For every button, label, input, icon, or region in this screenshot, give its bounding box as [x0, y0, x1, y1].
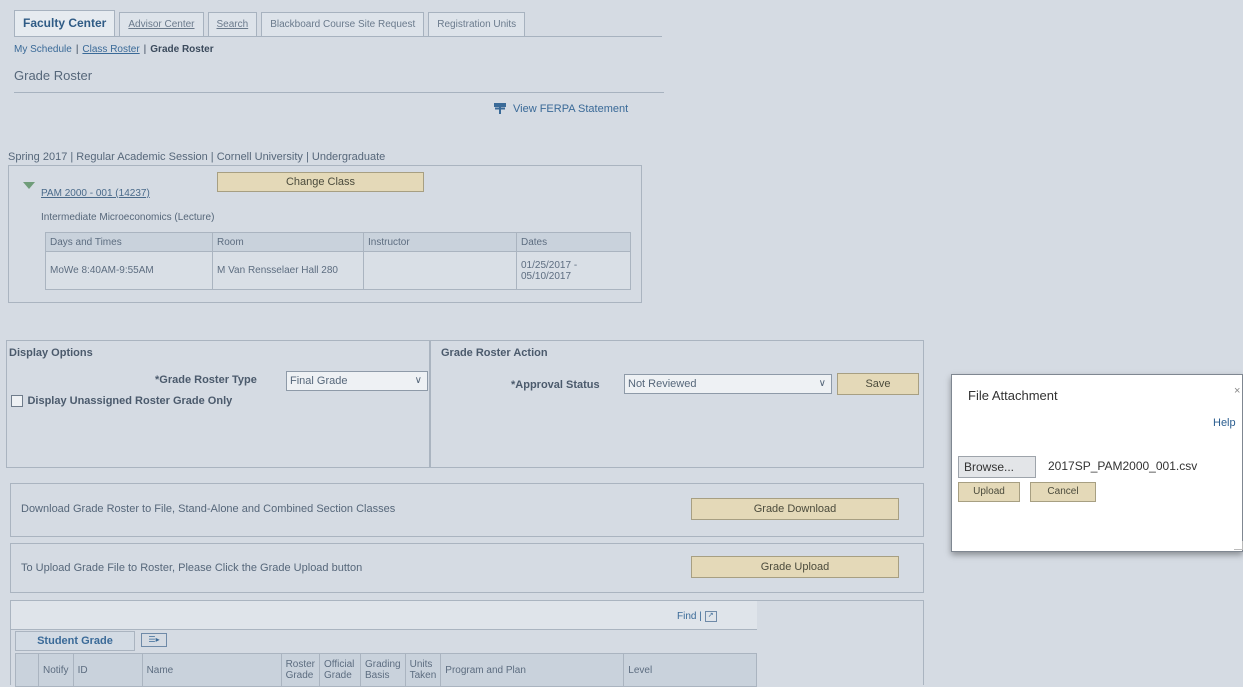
- dialog-title: File Attachment: [968, 388, 1058, 403]
- student-grade-table: Notify ID Name Roster Grade Official Gra…: [15, 653, 757, 687]
- download-panel: Download Grade Roster to File, Stand-Alo…: [10, 483, 924, 537]
- col-instructor: Instructor: [363, 232, 517, 252]
- term-info: Spring 2017 | Regular Academic Session |…: [8, 151, 386, 163]
- col-blank: [15, 653, 39, 687]
- col-grading-basis: Grading Basis: [360, 653, 406, 687]
- col-official-grade: Official Grade: [319, 653, 362, 687]
- table-row: MoWe 8:40AM-9:55AM M Van Rensselaer Hall…: [45, 251, 631, 290]
- tab-student-grade[interactable]: Student Grade: [15, 631, 135, 651]
- file-attachment-dialog: File Attachment × Help Browse... 2017SP_…: [951, 374, 1243, 552]
- approval-status-label: *Approval Status: [511, 379, 600, 391]
- col-units-taken: Units Taken: [404, 653, 442, 687]
- cancel-button[interactable]: Cancel: [1030, 482, 1096, 502]
- expand-arrow-icon[interactable]: [23, 177, 35, 195]
- separator: |: [143, 44, 147, 55]
- page-title: Grade Roster: [14, 68, 93, 83]
- title-divider: [14, 92, 664, 93]
- roster-action-panel: Grade Roster Action *Approval Status Not…: [430, 340, 924, 468]
- browse-button[interactable]: Browse...: [958, 456, 1036, 478]
- view-all-icon[interactable]: ↗: [704, 611, 717, 622]
- tab-bar: Faculty Center Advisor Center Search Bla…: [14, 10, 529, 36]
- upload-panel: To Upload Grade File to Roster, Please C…: [10, 543, 924, 593]
- col-id: ID: [72, 653, 143, 687]
- cell-room: M Van Rensselaer Hall 280: [212, 251, 364, 290]
- class-link[interactable]: PAM 2000 - 001 (14237): [41, 188, 150, 199]
- col-days-times: Days and Times: [45, 232, 213, 252]
- change-class-button[interactable]: Change Class: [217, 172, 424, 192]
- show-all-columns-icon[interactable]: ☰▸: [141, 633, 167, 647]
- help-link[interactable]: Help: [1213, 417, 1236, 429]
- find-link[interactable]: Find | ↗: [677, 611, 717, 622]
- resize-handle[interactable]: [1234, 541, 1243, 550]
- display-options-heading: Display Options: [9, 347, 93, 359]
- tab-divider: [14, 36, 662, 37]
- tab-registration-units[interactable]: Registration Units: [428, 12, 526, 36]
- col-notify: Notify: [38, 653, 74, 687]
- unassigned-checkbox[interactable]: [11, 394, 23, 407]
- grade-download-button[interactable]: Grade Download: [691, 498, 899, 520]
- cell-dates: 01/25/2017 - 05/10/2017: [516, 251, 631, 290]
- display-options-panel: Display Options *Grade Roster Type Final…: [6, 340, 430, 468]
- roster-type-value: Final Grade: [290, 375, 348, 387]
- class-meeting-table: Days and Times Room Instructor Dates MoW…: [45, 232, 631, 290]
- ferpa-link-label: View FERPA Statement: [513, 103, 629, 115]
- tab-student-grade-label: Student Grade: [37, 635, 113, 647]
- grid-header-bar: [11, 601, 757, 630]
- col-program-plan: Program and Plan: [440, 653, 625, 687]
- download-description: Download Grade Roster to File, Stand-Alo…: [21, 503, 396, 515]
- col-level: Level: [623, 653, 757, 687]
- tab-faculty-center[interactable]: Faculty Center: [14, 10, 116, 36]
- unassigned-checkbox-row[interactable]: Display Unassigned Roster Grade Only: [11, 392, 232, 410]
- my-schedule-link[interactable]: My Schedule: [14, 44, 72, 55]
- col-roster-grade: Roster Grade: [280, 653, 321, 687]
- cell-days-times: MoWe 8:40AM-9:55AM: [45, 251, 213, 290]
- student-grade-panel: Find | ↗ Student Grade ☰▸ Notify ID Name…: [10, 600, 924, 687]
- class-info-panel: PAM 2000 - 001 (14237) Change Class Inte…: [8, 165, 642, 303]
- col-dates: Dates: [516, 232, 631, 252]
- approval-status-select[interactable]: Not Reviewed ∨: [624, 374, 832, 394]
- grade-upload-button[interactable]: Grade Upload: [691, 556, 899, 578]
- find-label: Find |: [677, 611, 702, 623]
- selected-filename: 2017SP_PAM2000_001.csv: [1048, 459, 1198, 473]
- roster-type-select[interactable]: Final Grade ∨: [286, 371, 428, 391]
- class-roster-link[interactable]: Class Roster: [82, 44, 139, 55]
- col-name: Name: [141, 653, 282, 687]
- ferpa-link[interactable]: View FERPA Statement: [493, 101, 628, 117]
- upload-description: To Upload Grade File to Roster, Please C…: [21, 562, 363, 574]
- tab-advisor-center[interactable]: Advisor Center: [119, 12, 204, 36]
- chevron-down-icon: ∨: [414, 375, 422, 386]
- upload-button[interactable]: Upload: [958, 482, 1020, 502]
- class-description: Intermediate Microeconomics (Lecture): [41, 212, 215, 223]
- unassigned-label: Display Unassigned Roster Grade Only: [27, 394, 233, 407]
- roster-action-heading: Grade Roster Action: [441, 347, 548, 359]
- save-button[interactable]: Save: [837, 373, 919, 395]
- tab-search[interactable]: Search: [207, 12, 258, 36]
- grade-roster-current: Grade Roster: [150, 44, 214, 55]
- tab-blackboard-request[interactable]: Blackboard Course Site Request: [261, 12, 425, 36]
- signpost-icon: [493, 101, 507, 117]
- separator: |: [75, 44, 79, 55]
- cell-instructor: [363, 251, 517, 290]
- col-room: Room: [212, 232, 364, 252]
- approval-status-value: Not Reviewed: [628, 378, 697, 390]
- chevron-down-icon: ∨: [818, 378, 826, 389]
- close-icon[interactable]: ×: [1234, 385, 1240, 397]
- breadcrumb: My Schedule | Class Roster | Grade Roster: [14, 44, 214, 55]
- roster-type-label: *Grade Roster Type: [155, 374, 257, 386]
